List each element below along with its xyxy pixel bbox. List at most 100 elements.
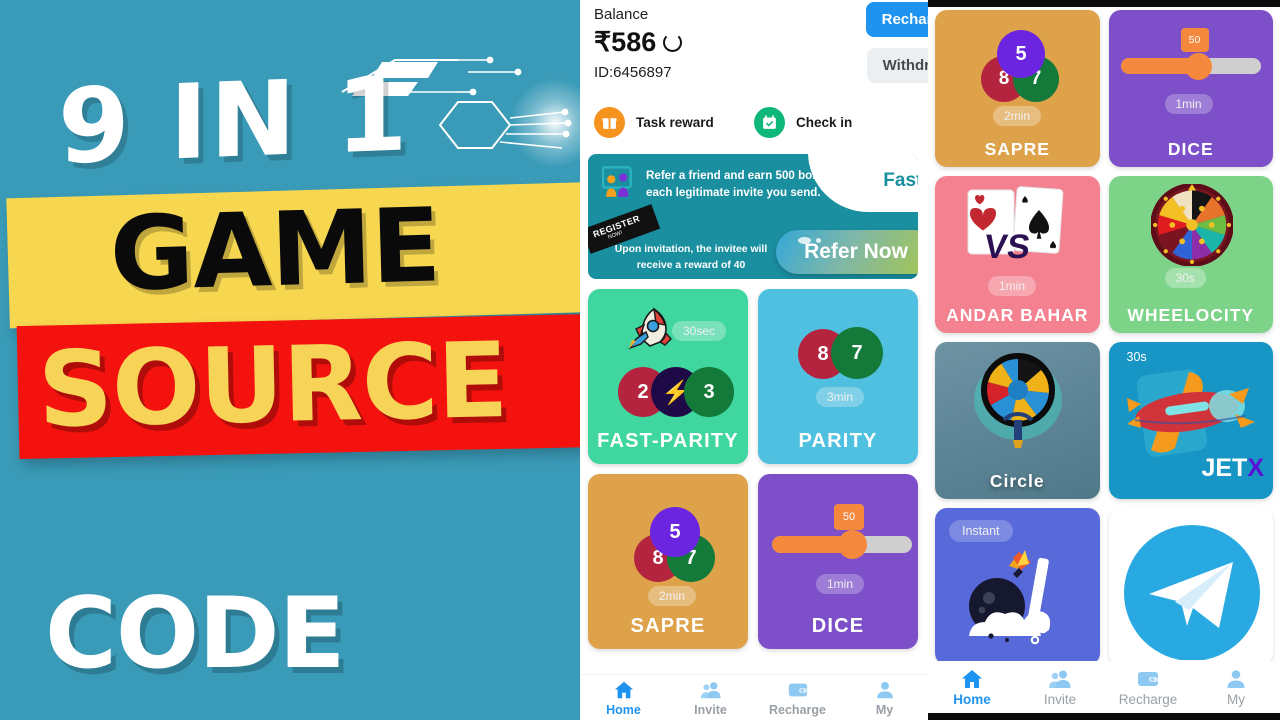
game-grid-left: 30sec 2 ⚡ 3 FAST-PARITY 8 7 3min PARITY … <box>580 279 928 649</box>
refer-banner[interactable]: Fastwin Refer a friend and earn 500 bonu… <box>588 154 918 279</box>
referral-people-icon <box>602 166 632 197</box>
game-timer-pill: Instant <box>949 520 1013 542</box>
nav-label: Recharge <box>769 702 826 717</box>
jet-icon <box>1126 369 1255 457</box>
game-title: FAST-PARITY <box>597 430 739 452</box>
wallet-icon <box>788 683 807 696</box>
app-screenshot-right: 8 7 5 2min SAPRE 50 1min DICE VS 1min AN… <box>928 0 1280 720</box>
wallet-icon <box>1138 672 1158 686</box>
nav-item-home[interactable]: Home <box>580 679 667 717</box>
nav-label: Invite <box>1043 692 1077 707</box>
game-title: PARITY <box>798 430 878 452</box>
wheel-icon <box>1150 184 1233 266</box>
home-icon <box>614 681 633 698</box>
quick-actions-row: Task reward Check in <box>580 107 928 138</box>
game-card-parity[interactable]: 8 7 3min PARITY <box>758 289 918 464</box>
user-icon <box>1227 670 1245 688</box>
game-title: DICE <box>811 615 865 637</box>
nav-label: Home <box>953 692 991 707</box>
slider-value-bubble: 50 <box>834 504 864 530</box>
brand-name: Fastwin <box>883 170 918 191</box>
nav-item-my[interactable]: My <box>841 679 928 717</box>
youtube-thumbnail: 9 IN 1 GAME SOURCE CODE <box>0 0 580 720</box>
game-card-dice[interactable]: 50 1min DICE <box>1108 10 1273 167</box>
game-timer-pill: 1min <box>988 276 1037 296</box>
quick-action-label: Check in <box>796 115 853 130</box>
refer-headline: Refer a friend and earn 500 bonus for ea… <box>646 169 852 199</box>
nav-item-invite[interactable]: Invite <box>1016 667 1104 707</box>
game-timer-pill: 2min <box>648 586 697 606</box>
app-screenshot-left: Balance ₹586 ID:6456897 Recharge Withdra… <box>580 0 928 720</box>
refer-now-button[interactable]: Refer Now <box>776 230 918 274</box>
nav-label: My <box>875 702 894 717</box>
nav-label: Recharge <box>1118 692 1178 707</box>
game-ball: 5 <box>650 507 700 557</box>
nav-item-home[interactable]: Home <box>928 667 1016 707</box>
nav-label: Invite <box>694 702 727 717</box>
game-timer-pill: 3min <box>816 387 865 407</box>
quick-action-check-in[interactable]: Check in <box>754 107 914 138</box>
thumbnail-title-line4: CODE <box>45 577 346 691</box>
game-card-wheelocity[interactable]: 30s WHEELOCITY <box>1108 176 1273 333</box>
recharge-button[interactable]: Recharge <box>865 2 928 37</box>
jetx-wordmark: JETX <box>1201 454 1264 482</box>
balance-value: ₹586 <box>594 27 657 57</box>
refresh-icon[interactable] <box>663 33 683 52</box>
game-ball: 7 <box>831 327 883 379</box>
home-icon <box>962 670 982 688</box>
nav-item-recharge[interactable]: Recharge <box>754 679 841 717</box>
cards-vs-icon: VS <box>967 186 1064 266</box>
quick-action-label: Task reward <box>636 115 714 130</box>
game-card-sapre[interactable]: 8 7 5 2min SAPRE <box>935 10 1100 167</box>
game-card-andar-bahar[interactable]: VS 1min ANDAR BAHAR <box>935 176 1100 333</box>
game-card-telegram[interactable] <box>1108 508 1273 665</box>
nav-item-invite[interactable]: Invite <box>667 679 754 717</box>
game-ball: 3 <box>684 367 734 417</box>
nav-label: My <box>1227 692 1245 707</box>
game-grid-right: 8 7 5 2min SAPRE 50 1min DICE VS 1min AN… <box>928 0 1280 665</box>
quick-action-task-reward[interactable]: Task reward <box>594 107 754 138</box>
game-ball: 5 <box>997 30 1045 78</box>
game-timer-pill: 1min <box>816 574 865 594</box>
game-timer-pill: 30s <box>1164 268 1206 288</box>
game-card-dice[interactable]: 50 1min DICE <box>758 474 918 649</box>
device-bottom-bar <box>928 713 1280 720</box>
game-card-minesweeper[interactable]: Instant <box>935 508 1100 665</box>
game-title: DICE <box>1167 138 1214 159</box>
device-top-bar <box>928 0 1280 7</box>
screenshot-root: 9 IN 1 GAME SOURCE CODE Balance ₹586 ID:… <box>0 0 1280 720</box>
game-title: Circle <box>989 470 1045 491</box>
slider-value-bubble: 50 <box>1180 28 1209 52</box>
game-card-jetx[interactable]: 30s JETX <box>1108 342 1273 499</box>
thumbnail-title-line3: SOURCE <box>36 319 509 451</box>
game-card-circle[interactable]: Circle <box>935 342 1100 499</box>
game-title: ANDAR BAHAR <box>946 304 1089 325</box>
calendar-check-icon <box>754 107 785 138</box>
svg-text:VS: VS <box>982 228 1032 266</box>
nav-item-recharge[interactable]: Recharge <box>1104 667 1192 707</box>
invite-icon <box>1049 670 1071 688</box>
slider-thumb[interactable] <box>838 530 867 559</box>
refer-subtext: Upon invitation, the invitee will receiv… <box>614 244 768 271</box>
game-card-sapre[interactable]: 8 7 5 2min SAPRE <box>588 474 748 649</box>
nav-label: Home <box>606 702 641 717</box>
game-card-fast-parity[interactable]: 30sec 2 ⚡ 3 FAST-PARITY <box>588 289 748 464</box>
game-title: WHEELOCITY <box>1127 304 1255 325</box>
user-icon <box>876 681 893 698</box>
circle-wheel-icon <box>974 353 1062 448</box>
invite-icon <box>700 681 721 698</box>
telegram-icon <box>1123 525 1260 660</box>
game-title: SAPRE <box>984 138 1050 159</box>
game-timer-pill: 30sec <box>672 321 727 341</box>
thumbnail-title-line2: GAME <box>108 186 442 315</box>
game-timer-pill: 1min <box>1164 94 1213 114</box>
rocket-icon <box>628 307 672 350</box>
nav-item-my[interactable]: My <box>1192 667 1280 707</box>
withdraw-button[interactable]: Withdraw <box>866 48 928 83</box>
bottom-nav-left: Home Invite Recharge My <box>580 674 928 720</box>
gift-icon <box>594 107 625 138</box>
slider-thumb[interactable] <box>1184 53 1212 80</box>
thumbnail-title-line1: 9 IN 1 <box>58 54 410 188</box>
bottom-nav-right: Home Invite Recharge My <box>928 661 1280 713</box>
game-timer-pill: 2min <box>993 106 1042 126</box>
